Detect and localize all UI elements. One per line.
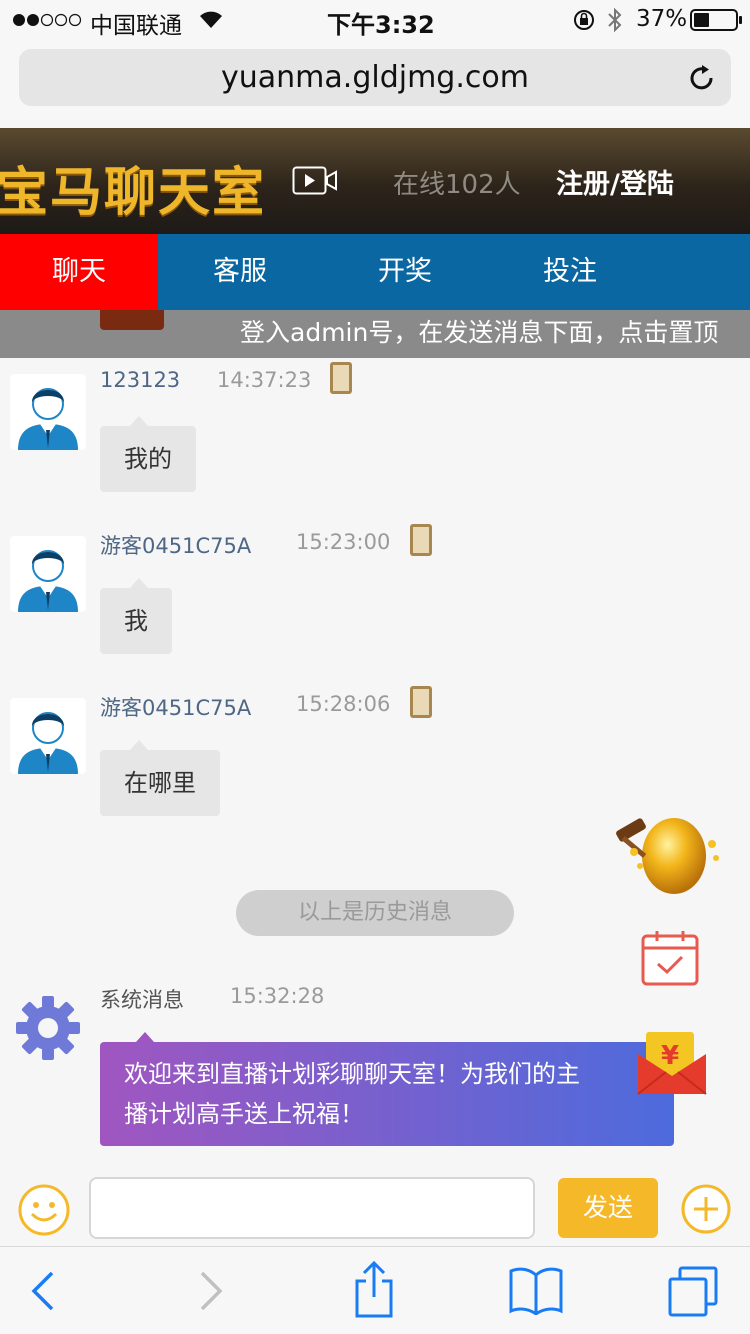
share-icon[interactable]: [352, 1261, 396, 1319]
forward-icon[interactable]: [196, 1269, 226, 1313]
wifi-icon: [200, 11, 222, 28]
tab-chat[interactable]: 聊天: [0, 234, 158, 310]
red-envelope-icon[interactable]: ¥: [636, 1028, 708, 1096]
message-username[interactable]: 游客0451C75A: [100, 692, 251, 722]
calendar-check-icon[interactable]: [640, 928, 700, 988]
gear-icon: [16, 996, 80, 1060]
user-avatar-icon: [18, 550, 78, 612]
reload-icon[interactable]: [687, 63, 717, 93]
svg-text:¥: ¥: [661, 1041, 679, 1071]
bluetooth-icon: [608, 7, 622, 33]
back-icon[interactable]: [28, 1269, 58, 1313]
message-bubble: 我: [100, 578, 172, 654]
avatar[interactable]: [10, 536, 86, 612]
plus-circle-icon[interactable]: [680, 1183, 732, 1235]
site-logo: 宝马聊天室: [0, 163, 267, 223]
ticker-text: 登入admin号，在发送消息下面，点击置顶: [240, 318, 719, 347]
message-username[interactable]: 123123: [100, 368, 180, 392]
phone-device-icon: [410, 686, 432, 718]
status-time: 下午3:32: [327, 11, 435, 39]
message-username[interactable]: 游客0451C75A: [100, 530, 251, 560]
ticker-tab-decoration: [100, 310, 164, 330]
user-avatar-icon: [18, 388, 78, 450]
message-input[interactable]: [89, 1177, 535, 1239]
site-header: 宝马聊天室 在线102人 注册/登陆: [0, 128, 750, 234]
message-time: 15:23:00: [296, 530, 391, 554]
tab-betting[interactable]: 投注: [491, 234, 649, 310]
bookmarks-icon[interactable]: [508, 1265, 564, 1315]
message-bubble: 我的: [100, 416, 196, 492]
message-time: 14:37:23: [217, 368, 312, 392]
golden-egg-icon[interactable]: [612, 806, 722, 896]
carrier-name: 中国联通: [90, 13, 182, 39]
tab-customer-service[interactable]: 客服: [161, 234, 319, 310]
avatar[interactable]: [10, 698, 86, 774]
video-icon[interactable]: [292, 166, 338, 196]
url-text[interactable]: yuanma.gldjmg.com: [19, 49, 731, 106]
system-message-bubble: 欢迎来到直播计划彩聊聊天室！为我们的主 播计划高手送上祝福！: [100, 1032, 674, 1146]
system-message-sender: 系统消息: [100, 988, 184, 1012]
main-nav: 聊天 客服 开奖 投注: [0, 234, 750, 310]
address-bar[interactable]: yuanma.gldjmg.com: [19, 49, 731, 106]
signal-dots-icon: [13, 13, 82, 27]
tab-lottery-results[interactable]: 开奖: [326, 234, 484, 310]
message-time: 15:28:06: [296, 692, 391, 716]
system-message-time: 15:32:28: [230, 984, 325, 1008]
online-count: 在线102人: [393, 170, 521, 200]
system-message-line-2: 播计划高手送上祝福！: [124, 1100, 364, 1128]
announcement-ticker: 登入admin号，在发送消息下面，点击置顶: [0, 310, 750, 358]
battery-icon: [690, 9, 742, 31]
send-button[interactable]: 发送: [558, 1178, 658, 1238]
browser-toolbar: [0, 1246, 750, 1334]
status-bar: 中国联通 下午3:32 37%: [0, 0, 750, 40]
user-avatar-icon: [18, 712, 78, 774]
battery-percent: 37%: [636, 6, 688, 32]
system-message-line-1: 欢迎来到直播计划彩聊聊天室！为我们的主: [124, 1060, 580, 1088]
lock-rotation-icon: [574, 10, 594, 30]
smiley-icon[interactable]: [17, 1183, 71, 1237]
avatar[interactable]: [10, 374, 86, 450]
message-bubble: 在哪里: [100, 740, 220, 816]
history-divider: 以上是历史消息: [236, 890, 514, 936]
message-composer: 发送: [0, 1166, 750, 1246]
tabs-icon[interactable]: [666, 1265, 720, 1319]
browser-address-area: yuanma.gldjmg.com: [0, 40, 750, 128]
register-login-link[interactable]: 注册/登陆: [556, 162, 674, 201]
phone-device-icon: [410, 524, 432, 556]
phone-device-icon: [330, 362, 352, 394]
